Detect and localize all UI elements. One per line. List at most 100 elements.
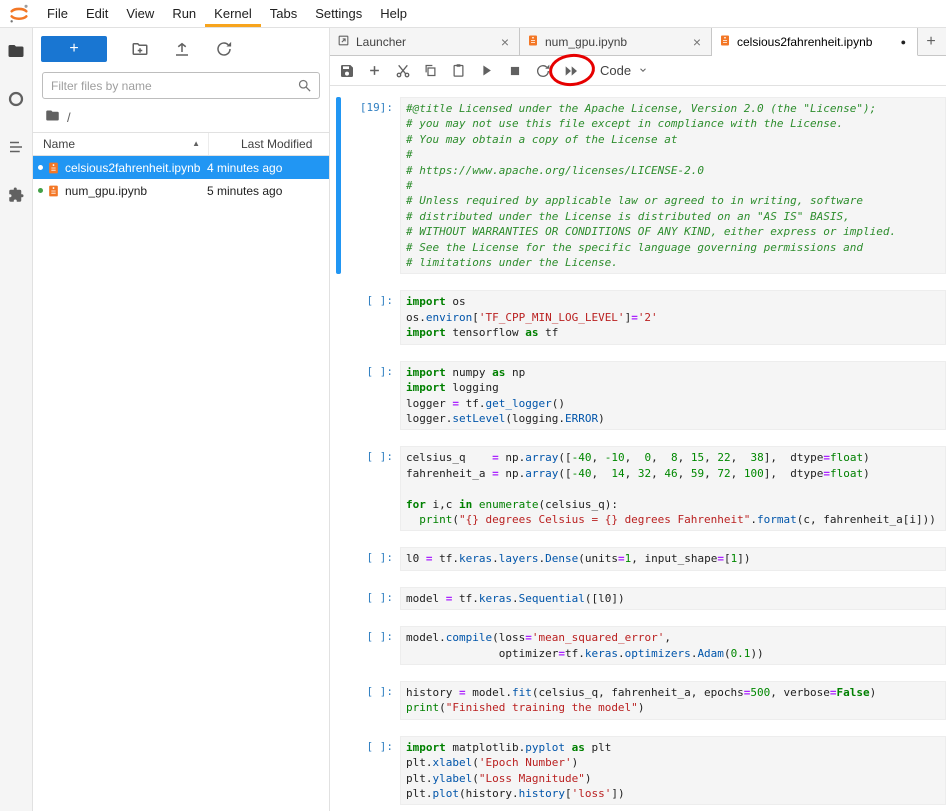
cell-collapser[interactable] [336, 547, 341, 570]
notebook-cell[interactable]: [ ]:import matplotlib.pyplot as pltplt.x… [336, 736, 946, 806]
cell-execution-prompt: [ ]: [344, 547, 400, 570]
running-status-dot [38, 188, 43, 193]
notebook-icon [527, 34, 539, 50]
notebook-cell[interactable]: [19]: #@title Licensed under the Apache L… [336, 97, 946, 274]
cell-type-dropdown[interactable]: Code [600, 63, 648, 78]
notebook-toolbar: Code [330, 56, 946, 86]
file-name: num_gpu.ipynb [65, 184, 207, 198]
code-line: # distributed under the License is distr… [406, 209, 940, 224]
menubar: File Edit View Run Kernel Tabs Settings … [0, 0, 946, 28]
close-icon[interactable]: × [690, 34, 704, 50]
refresh-icon[interactable] [215, 40, 233, 58]
menu-help[interactable]: Help [371, 0, 416, 27]
tab-launcher[interactable]: Launcher × [330, 28, 520, 55]
cell-code-editor[interactable]: history = model.fit(celsius_q, fahrenhei… [400, 681, 946, 720]
left-sidebar [0, 28, 33, 811]
run-cell-icon[interactable] [474, 58, 499, 83]
close-icon[interactable]: × [498, 34, 512, 50]
code-line: import os [406, 294, 940, 309]
cell-collapser[interactable] [336, 290, 341, 344]
sort-ascending-icon: ▲ [192, 132, 200, 156]
table-of-contents-icon[interactable] [7, 138, 25, 156]
cell-code-editor[interactable]: #@title Licensed under the Apache Licens… [400, 97, 946, 274]
upload-icon[interactable] [173, 40, 191, 58]
filter-files-input[interactable] [42, 72, 320, 99]
cell-code-editor[interactable]: import matplotlib.pyplot as pltplt.xlabe… [400, 736, 946, 806]
notebook-cell[interactable]: [ ]:celsius_q = np.array([-40, -10, 0, 8… [336, 446, 946, 531]
column-header-last-modified[interactable]: Last Modified [209, 137, 312, 151]
breadcrumb-root[interactable]: / [67, 110, 71, 125]
menu-run[interactable]: Run [163, 0, 205, 27]
interrupt-kernel-icon[interactable] [502, 58, 527, 83]
notebook-cell[interactable]: [ ]: l0 = tf.keras.layers.Dense(units=1, … [336, 547, 946, 570]
notebook-cell[interactable]: [ ]:model.compile(loss='mean_squared_err… [336, 626, 946, 665]
code-line: optimizer=tf.keras.optimizers.Adam(0.1)) [406, 646, 940, 661]
code-line: # Unless required by applicable law or a… [406, 193, 940, 208]
cell-code-editor[interactable]: model = tf.keras.Sequential([l0]) [400, 587, 946, 610]
home-folder-icon[interactable] [45, 108, 60, 126]
copy-cells-icon[interactable] [418, 58, 443, 83]
paste-cells-icon[interactable] [446, 58, 471, 83]
cell-collapser[interactable] [336, 361, 341, 431]
tab-num-gpu-notebook[interactable]: num_gpu.ipynb × [520, 28, 712, 55]
running-status-dot [38, 165, 43, 170]
code-line: l0 = tf.keras.layers.Dense(units=1, inpu… [406, 551, 940, 566]
code-line: import logging [406, 380, 940, 395]
column-header-name[interactable]: Name ▲ [43, 133, 209, 155]
extension-manager-icon[interactable] [7, 186, 25, 204]
cut-cells-icon[interactable] [390, 58, 415, 83]
code-line: import tensorflow as tf [406, 325, 940, 340]
menu-edit[interactable]: Edit [77, 0, 117, 27]
file-row[interactable]: num_gpu.ipynb 5 minutes ago [33, 179, 329, 202]
menu-file[interactable]: File [38, 0, 77, 27]
file-last-modified: 5 minutes ago [207, 184, 329, 198]
new-launcher-button[interactable]: + [41, 36, 107, 62]
menu-view[interactable]: View [117, 0, 163, 27]
cell-collapser[interactable] [336, 97, 341, 274]
code-line: os.environ['TF_CPP_MIN_LOG_LEVEL']='2' [406, 310, 940, 325]
cell-execution-prompt: [19]: [344, 97, 400, 274]
tab-label: Launcher [356, 35, 492, 49]
notebook-cell[interactable]: [ ]:history = model.fit(celsius_q, fahre… [336, 681, 946, 720]
notebook-cells: [19]: #@title Licensed under the Apache L… [330, 87, 946, 811]
tab-celsious2fahrenheit-notebook[interactable]: celsious2fahrenheit.ipynb ● [712, 28, 918, 56]
cell-collapser[interactable] [336, 587, 341, 610]
cell-code-editor[interactable]: import numpy as npimport logginglogger =… [400, 361, 946, 431]
code-line: #@title Licensed under the Apache Licens… [406, 101, 940, 116]
cell-collapser[interactable] [336, 736, 341, 806]
notebook-cell[interactable]: [ ]:import numpy as npimport logginglogg… [336, 361, 946, 431]
code-line: model.compile(loss='mean_squared_error', [406, 630, 940, 645]
code-line: print("{} degrees Celsius = {} degrees F… [406, 512, 940, 527]
code-line: # [406, 178, 940, 193]
cell-collapser[interactable] [336, 681, 341, 720]
new-tab-button[interactable]: + [918, 28, 944, 55]
menu-tabs[interactable]: Tabs [261, 0, 306, 27]
menu-settings[interactable]: Settings [306, 0, 371, 27]
cell-execution-prompt: [ ]: [344, 587, 400, 610]
file-browser-icon[interactable] [7, 42, 25, 60]
tab-label: celsious2fahrenheit.ipynb [737, 35, 891, 49]
restart-kernel-icon[interactable] [530, 58, 555, 83]
insert-cell-icon[interactable] [362, 58, 387, 83]
notebook-cell[interactable]: [ ]:model = tf.keras.Sequential([l0]) [336, 587, 946, 610]
restart-and-run-all-icon[interactable] [558, 58, 583, 83]
unsaved-changes-dot: ● [897, 37, 910, 47]
jupyterlab-app: File Edit View Run Kernel Tabs Settings … [0, 0, 946, 811]
notebook-cell[interactable]: [ ]:import osos.environ['TF_CPP_MIN_LOG_… [336, 290, 946, 344]
file-browser-panel: + / Name ▲ [33, 28, 330, 811]
cell-code-editor[interactable]: celsius_q = np.array([-40, -10, 0, 8, 15… [400, 446, 946, 531]
cell-code-editor[interactable]: import osos.environ['TF_CPP_MIN_LOG_LEVE… [400, 290, 946, 344]
running-kernels-icon[interactable] [7, 90, 25, 108]
cell-code-editor[interactable]: model.compile(loss='mean_squared_error',… [400, 626, 946, 665]
cell-collapser[interactable] [336, 446, 341, 531]
new-folder-icon[interactable] [131, 40, 149, 58]
code-line: import numpy as np [406, 365, 940, 380]
cell-code-editor[interactable]: l0 = tf.keras.layers.Dense(units=1, inpu… [400, 547, 946, 570]
breadcrumb[interactable]: / [33, 99, 329, 132]
menu-kernel[interactable]: Kernel [205, 0, 261, 27]
code-line [406, 481, 940, 496]
code-line: history = model.fit(celsius_q, fahrenhei… [406, 685, 940, 700]
save-icon[interactable] [334, 58, 359, 83]
cell-collapser[interactable] [336, 626, 341, 665]
file-row[interactable]: celsious2fahrenheit.ipynb 4 minutes ago [33, 156, 329, 179]
